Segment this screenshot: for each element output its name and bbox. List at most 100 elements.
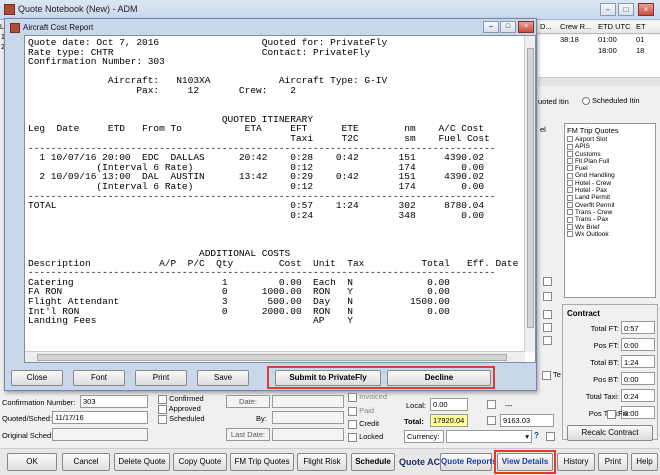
fm-trip-quote-item[interactable]: Trans - Pax	[567, 216, 653, 223]
close-button[interactable]: Close	[11, 370, 63, 386]
fm-trip-quote-item[interactable]: Land Permit	[567, 194, 653, 201]
total-taxi-field[interactable]: 0:24	[621, 389, 655, 402]
print-button[interactable]: Print	[598, 453, 628, 471]
fm-trip-quote-item[interactable]: Hotel - Pax	[567, 187, 653, 194]
fm-trip-quote-label: Customs	[575, 150, 601, 158]
fm-trip-quote-item[interactable]: Airport Slot	[567, 136, 653, 143]
locked-checkbox[interactable]: Locked	[348, 432, 383, 442]
fm-trip-quote-label: Flt Plan Full	[575, 157, 610, 165]
fm-trip-quote-item[interactable]: Gnd Handling	[567, 172, 653, 179]
quoted-itin-radio[interactable]: uoted Itin	[538, 97, 569, 106]
original-sched-field[interactable]	[52, 428, 148, 441]
side-checkbox[interactable]	[543, 323, 552, 332]
fm-trip-quote-item[interactable]: Overflt Permit	[567, 202, 653, 209]
fm-trip-quote-item[interactable]: Customs	[567, 151, 653, 158]
side-checkbox[interactable]	[543, 277, 552, 286]
total-checkbox[interactable]	[487, 416, 496, 425]
history-button[interactable]: History	[557, 453, 595, 471]
flight-risk-button[interactable]: Flight Risk	[297, 453, 347, 471]
close-icon[interactable]: ×	[638, 3, 654, 16]
checkbox-box	[567, 209, 573, 216]
total-bt-label: Total BT:	[590, 358, 619, 367]
fm-trip-quote-item[interactable]: APIS	[567, 143, 653, 150]
checkbox-box	[567, 158, 573, 165]
te-checkbox[interactable]: Te	[542, 370, 561, 380]
decline-button[interactable]: Decline	[387, 370, 491, 386]
scheduled-label: Scheduled	[169, 414, 205, 423]
itinerary-radio-group: uoted Itin Scheduled Itin	[538, 94, 660, 108]
quoted-sched-field[interactable]: 11/17/16	[52, 411, 148, 424]
delete-quote-button[interactable]: Delete Quote	[114, 453, 170, 471]
schedule-button[interactable]: Schedule	[351, 453, 395, 471]
grid-col-header[interactable]: ET	[634, 22, 660, 33]
by-label: By:	[256, 414, 267, 423]
font-button[interactable]: Font	[73, 370, 125, 386]
grid-col-header[interactable]: ETD UTC	[596, 22, 634, 33]
grid-col-header[interactable]: D...	[538, 22, 558, 33]
total-right-field[interactable]: 9163.03	[500, 414, 554, 427]
recalc-contract-button[interactable]: Recalc Contract	[567, 425, 653, 441]
submit-to-privatefly-button[interactable]: Submit to PrivateFly	[275, 370, 381, 386]
pos-ft-row: Pos FT: 0:00	[565, 338, 655, 352]
report-vertical-scrollbar[interactable]	[524, 36, 535, 352]
currency-checkbox[interactable]	[546, 432, 555, 441]
side-checkbox[interactable]	[543, 310, 552, 319]
last-date-field[interactable]: Last Date:	[226, 428, 270, 441]
contract-panel: Contract Total FT: 0:57 Pos FT: 0:00 Total…	[562, 304, 658, 441]
fm-trip-quote-item[interactable]: Wx Brief	[567, 224, 653, 231]
scroll-thumb[interactable]	[527, 48, 534, 328]
report-text-area[interactable]: Quote date: Oct 7, 2016 Quoted for: Priv…	[24, 35, 536, 363]
side-checkbox[interactable]	[543, 336, 552, 345]
approved-checkbox[interactable]: Approved	[158, 404, 201, 414]
maximize-icon[interactable]: □	[618, 3, 634, 16]
grid-col-header[interactable]: Crew R...	[558, 22, 596, 33]
minimize-icon[interactable]: –	[600, 3, 616, 16]
fm-trip-quote-item[interactable]: Hotel - Crew	[567, 180, 653, 187]
quote-reports-button[interactable]: Quote Reports	[440, 453, 497, 471]
total-field[interactable]: 17920.04	[430, 414, 468, 427]
side-checkbox[interactable]	[543, 292, 552, 301]
fm-trip-quote-label: Airport Slot	[575, 136, 608, 143]
view-details-button[interactable]: View Details	[497, 453, 553, 471]
approved-label: Approved	[168, 404, 201, 413]
table-row[interactable]: 38:18 01:00 01	[538, 35, 660, 46]
currency-help-icon[interactable]: ?	[534, 431, 539, 440]
scheduled-itin-radio[interactable]: Scheduled Itin	[582, 96, 640, 106]
scheduled-checkbox[interactable]: Scheduled	[158, 414, 205, 424]
cancel-button[interactable]: Cancel	[62, 453, 110, 471]
pos-bt-field[interactable]: 0:00	[621, 372, 655, 385]
fm-trip-quote-item[interactable]: Flt Plan Full	[567, 158, 653, 165]
confirmed-checkbox[interactable]: Confirmed	[158, 394, 204, 404]
save-button[interactable]: Save	[197, 370, 249, 386]
pos-ft-field[interactable]: 0:00	[621, 338, 655, 351]
last-date-value-field[interactable]	[272, 428, 344, 441]
fix-checkbox[interactable]: Fix	[607, 409, 628, 419]
fm-trip-quotes-button[interactable]: FM Trip Quotes	[230, 453, 294, 471]
currency-select[interactable]: ▾	[446, 430, 532, 443]
total-ft-field[interactable]: 0:57	[621, 321, 655, 334]
fm-trip-quote-item[interactable]: Wx Outlook	[567, 231, 653, 238]
close-icon[interactable]: ×	[518, 21, 534, 33]
confirmation-field[interactable]: 303	[80, 395, 148, 408]
scroll-thumb[interactable]	[37, 354, 507, 361]
paid-checkbox[interactable]: Paid	[348, 406, 374, 416]
grid-horizontal-scrollbar[interactable]	[538, 77, 660, 86]
credit-checkbox[interactable]: Credit	[348, 419, 379, 429]
ok-button[interactable]: OK	[7, 453, 57, 471]
fm-trip-quote-item[interactable]: Trans - Crew	[567, 209, 653, 216]
by-field[interactable]	[272, 411, 344, 424]
local-field[interactable]: 0.00	[430, 398, 468, 411]
local-checkbox[interactable]	[487, 400, 496, 409]
table-row[interactable]: 18:00 18	[538, 46, 660, 57]
print-button[interactable]: Print	[135, 370, 187, 386]
copy-quote-button[interactable]: Copy Quote	[173, 453, 227, 471]
fm-trip-quote-item[interactable]: Fuel	[567, 165, 653, 172]
total-bt-field[interactable]: 1:24	[621, 355, 655, 368]
minimize-icon[interactable]: –	[483, 21, 499, 33]
invoiced-checkbox[interactable]: Invoiced	[348, 392, 387, 402]
report-horizontal-scrollbar[interactable]	[25, 351, 525, 362]
maximize-icon[interactable]: □	[500, 21, 516, 33]
date-value-field[interactable]	[272, 395, 344, 408]
date-field[interactable]: Date:	[226, 395, 270, 408]
help-button[interactable]: Help	[631, 453, 658, 471]
